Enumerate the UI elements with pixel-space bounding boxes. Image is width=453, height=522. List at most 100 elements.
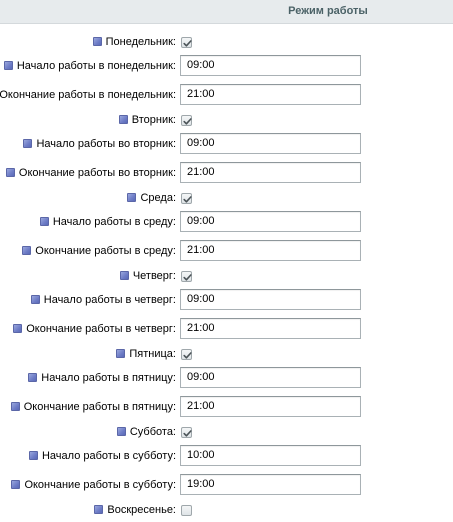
wednesday-row: Среда: [0,186,453,210]
wednesday-start-label: Начало работы в среду: [39,210,176,234]
tuesday-start-label: Начало работы во вторник: [23,132,176,156]
monday-end-label: Окончание работы в понедельник: [0,83,176,107]
friday-checkbox[interactable] [181,349,192,360]
saturday-end-label: Окончание работы в субботу: [11,473,176,497]
saturday-start-time-input[interactable]: 10:00 [180,445,361,466]
friday-end-row: Окончание работы в пятницу: 21:00 [0,395,453,419]
thursday-end-time-input[interactable]: 21:00 [180,318,361,339]
help-hint-icon[interactable] [119,270,129,280]
help-hint-icon[interactable] [118,114,128,124]
thursday-end-row: Окончание работы в четверг: 21:00 [0,317,453,341]
help-hint-icon[interactable] [23,138,33,148]
friday-start-row: Начало работы в пятницу: 09:00 [0,366,453,390]
saturday-label: Суббота: [116,420,176,444]
tuesday-end-label-text: Окончание работы во вторник: [18,167,176,179]
help-hint-icon[interactable] [3,60,13,70]
tuesday-label-text: Вторник: [131,114,176,126]
section-title: Режим работы [288,5,368,17]
friday-end-label-text: Окончание работы в пятницу: [23,401,176,413]
tuesday-start-row: Начало работы во вторник: 09:00 [0,132,453,156]
help-hint-icon[interactable] [94,504,104,514]
saturday-start-label-text: Начало работы в субботу: [41,450,176,462]
section-header: Режим работы [0,0,453,24]
checkmark-icon [183,118,192,125]
friday-end-time-input[interactable]: 21:00 [180,396,361,417]
checkmark-icon [183,430,192,437]
thursday-checkbox[interactable] [181,271,192,282]
friday-row: Пятница: [0,342,453,366]
checkmark-icon [183,196,192,203]
thursday-end-label-text: Окончание работы в четверг: [26,323,176,335]
help-hint-icon[interactable] [22,245,32,255]
friday-label: Пятница: [116,342,176,366]
help-hint-icon[interactable] [127,192,137,202]
wednesday-start-time-input[interactable]: 09:00 [180,211,361,232]
saturday-start-row: Начало работы в субботу: 10:00 [0,444,453,468]
monday-end-row: Окончание работы в понедельник: 21:00 [0,83,453,107]
monday-start-row: Начало работы в понедельник: 09:00 [0,54,453,78]
checkmark-icon [183,352,192,359]
tuesday-start-time-input[interactable]: 09:00 [180,133,361,154]
friday-end-label: Окончание работы в пятницу: [10,395,176,419]
help-hint-icon[interactable] [116,348,126,358]
thursday-start-label: Начало работы в четверг: [30,288,176,312]
sunday-checkbox[interactable] [181,505,192,516]
sunday-row: Воскресенье: [0,498,453,522]
tuesday-row: Вторник: [0,108,453,132]
saturday-end-time-input[interactable]: 19:00 [180,474,361,495]
monday-label: Понедельник: [92,30,176,54]
help-hint-icon[interactable] [28,450,38,460]
thursday-row: Четверг: [0,264,453,288]
tuesday-end-label: Окончание работы во вторник: [5,161,176,185]
thursday-label-text: Четверг: [132,270,176,282]
tuesday-checkbox[interactable] [181,115,192,126]
monday-end-time-input[interactable]: 21:00 [180,84,361,105]
saturday-start-label: Начало работы в субботу: [28,444,176,468]
wednesday-end-time-input[interactable]: 21:00 [180,240,361,261]
thursday-start-label-text: Начало работы в четверг: [43,294,176,306]
tuesday-start-label-text: Начало работы во вторник: [36,138,176,150]
wednesday-start-label-text: Начало работы в среду: [52,216,176,228]
help-hint-icon[interactable] [28,372,38,382]
friday-start-time-input[interactable]: 09:00 [180,367,361,388]
sunday-label-text: Воскресенье: [107,504,176,516]
thursday-label: Четверг: [119,264,176,288]
saturday-checkbox[interactable] [181,427,192,438]
saturday-row: Суббота: [0,420,453,444]
help-hint-icon[interactable] [5,167,15,177]
wednesday-end-label-text: Окончание работы в среду: [35,245,176,257]
friday-label-text: Пятница: [129,348,176,360]
help-hint-icon[interactable] [30,294,40,304]
wednesday-checkbox[interactable] [181,193,192,204]
wednesday-start-row: Начало работы в среду: 09:00 [0,210,453,234]
wednesday-end-label: Окончание работы в среду: [22,239,176,263]
checkmark-icon [183,40,192,47]
help-hint-icon[interactable] [13,323,23,333]
thursday-end-label: Окончание работы в четверг: [13,317,176,341]
monday-start-label-text: Начало работы в понедельник: [16,60,176,72]
wednesday-label-text: Среда: [140,192,176,204]
saturday-label-text: Суббота: [129,426,176,438]
help-hint-icon[interactable] [39,216,49,226]
saturday-end-row: Окончание работы в субботу: 19:00 [0,473,453,497]
tuesday-end-time-input[interactable]: 21:00 [180,162,361,183]
help-hint-icon[interactable] [11,479,21,489]
monday-start-time-input[interactable]: 09:00 [180,55,361,76]
help-hint-icon[interactable] [10,401,20,411]
monday-row: Понедельник: [0,30,453,54]
saturday-end-label-text: Окончание работы в субботу: [24,479,176,491]
monday-checkbox[interactable] [181,37,192,48]
sunday-label: Воскресенье: [94,498,176,522]
help-hint-icon[interactable] [116,426,126,436]
monday-end-label-text: Окончание работы в понедельник: [0,89,176,101]
wednesday-label: Среда: [127,186,176,210]
tuesday-end-row: Окончание работы во вторник: 21:00 [0,161,453,185]
wednesday-end-row: Окончание работы в среду: 21:00 [0,239,453,263]
friday-start-label: Начало работы в пятницу: [28,366,176,390]
thursday-start-time-input[interactable]: 09:00 [180,289,361,310]
friday-start-label-text: Начало работы в пятницу: [41,372,176,384]
monday-label-text: Понедельник: [105,36,176,48]
help-hint-icon[interactable] [92,36,102,46]
thursday-start-row: Начало работы в четверг: 09:00 [0,288,453,312]
tuesday-label: Вторник: [118,108,176,132]
